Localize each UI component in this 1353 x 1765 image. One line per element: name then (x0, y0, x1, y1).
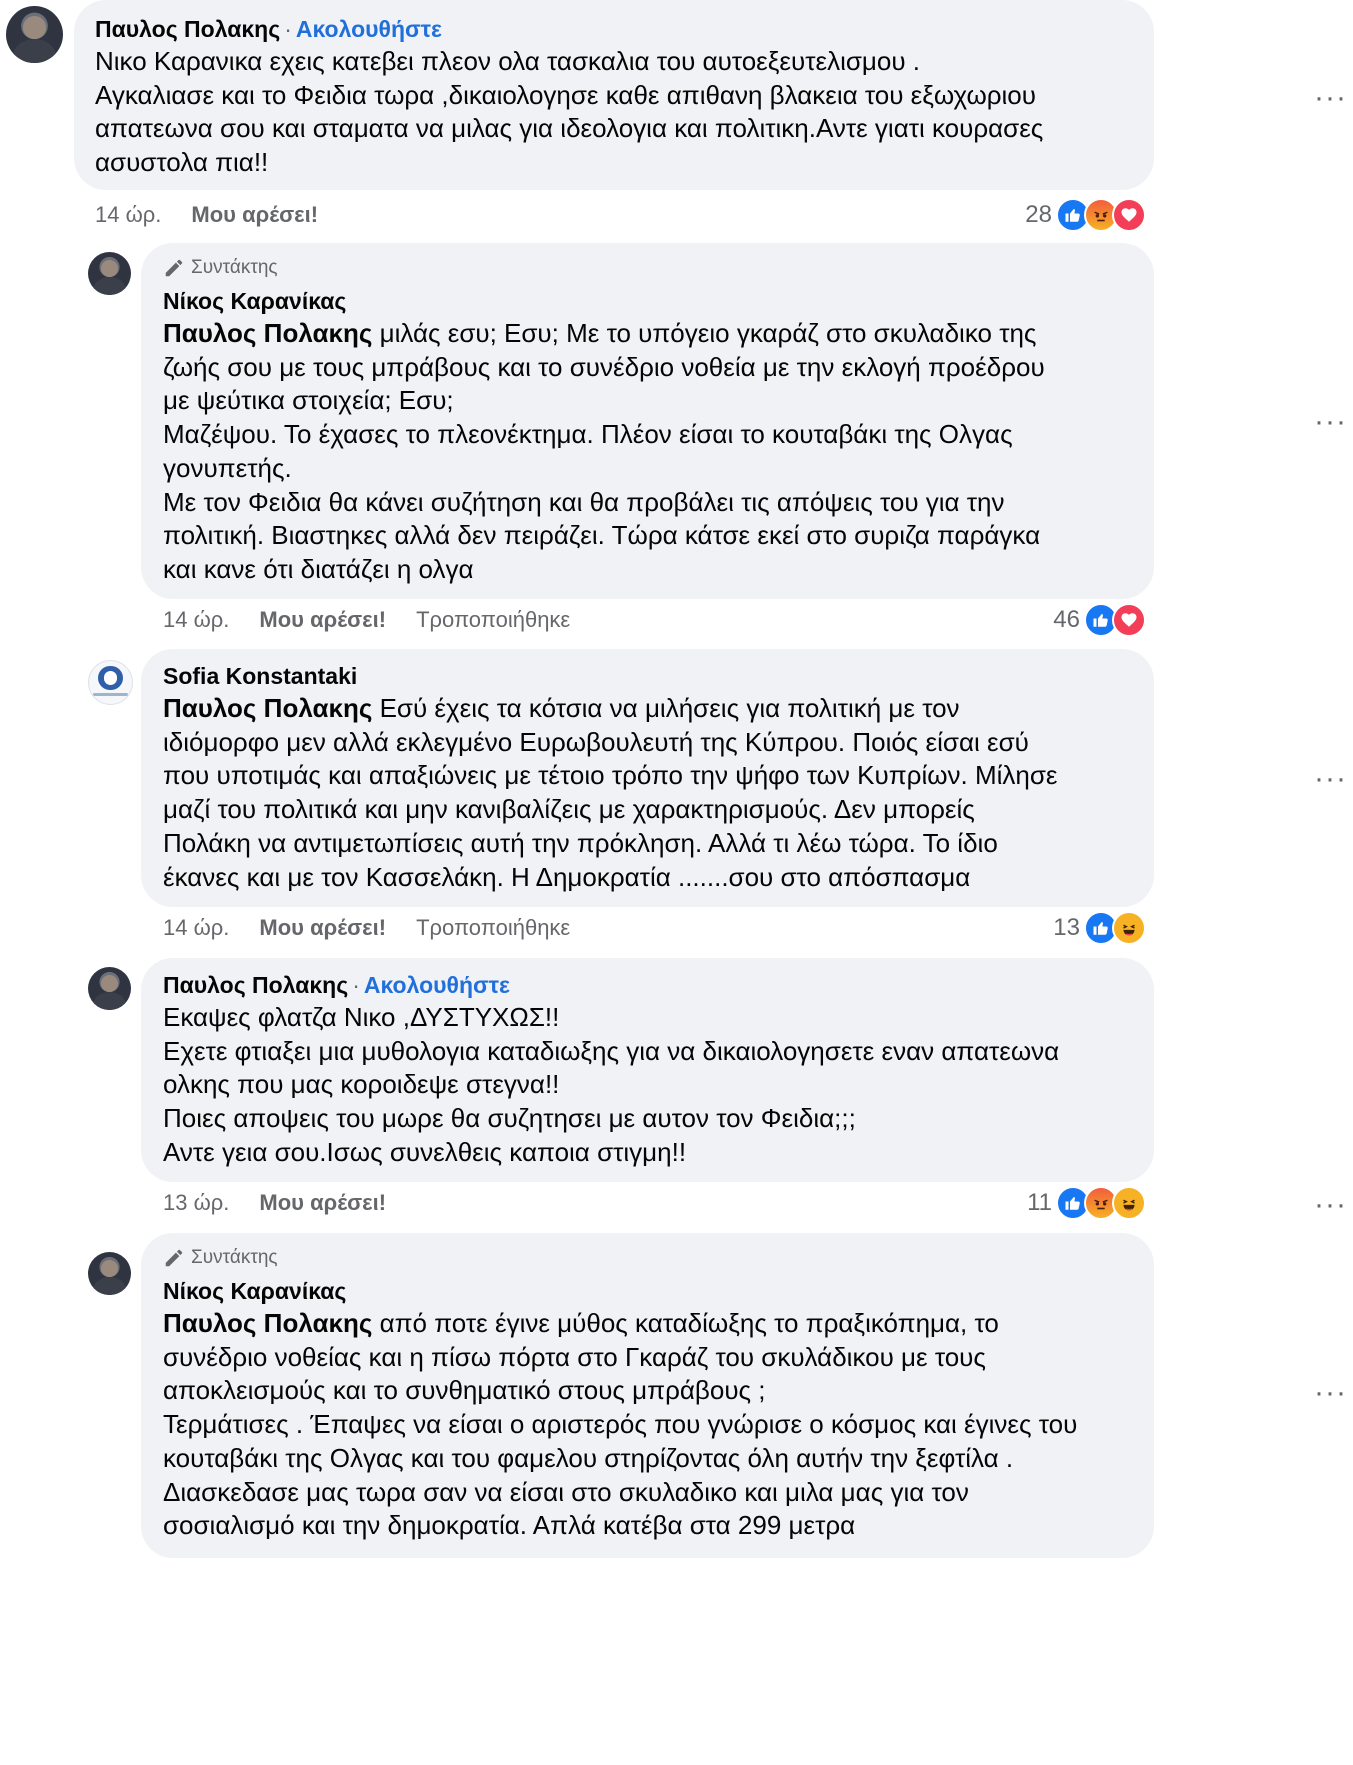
timestamp[interactable]: 14 ώρ. (163, 914, 229, 942)
comment-text: Παυλος Πολακης μιλάς εσυ; Εσυ; Με το υπό… (163, 317, 1130, 587)
comment-bubble: Παυλος Πολακης · Ακολουθήστε Εκαψες φλατζα… (141, 958, 1154, 1182)
like-button[interactable]: Μου αρέσει! (259, 1189, 386, 1217)
comment-bubble: Sofia Konstantaki Παυλος Πολακης Εσύ έχε… (141, 649, 1154, 907)
author-name[interactable]: Sofia Konstantaki (163, 661, 1130, 691)
love-reaction-icon (1112, 198, 1146, 232)
mention-link[interactable]: Παυλος Πολακης (163, 1308, 372, 1338)
comment-body: μιλάς εσυ; Εσυ; Με το υπόγειο γκαράζ στο… (163, 318, 1045, 584)
reactions[interactable]: 13 (1053, 911, 1146, 945)
pencil-icon (165, 1249, 183, 1267)
reaction-count: 11 (1027, 1189, 1052, 1216)
comment-text: Παυλος Πολακης Εσύ έχεις τα κότσια να μι… (163, 692, 1130, 894)
separator-dot: · (284, 16, 292, 42)
author-name[interactable]: Νίκος Καρανίκας (163, 1276, 1130, 1306)
avatar[interactable] (88, 1252, 131, 1295)
comment-text: Εκαψες φλατζα Νικο ,ΔΥΣΤΥΧΩΣ!! Εχετε φτι… (163, 1002, 1060, 1167)
comment-text: Παυλος Πολακης από ποτε έγινε μύθος κατα… (163, 1307, 1130, 1543)
like-button[interactable]: Μου αρέσει! (259, 914, 386, 942)
like-button[interactable]: Μου αρέσει! (259, 606, 386, 634)
separator-dot: · (352, 972, 360, 998)
avatar[interactable] (88, 660, 133, 705)
comment-bubble: Συντάκτης Νίκος Καρανίκας Παυλος Πολακης… (141, 1233, 1154, 1558)
author-badge: Συντάκτης (163, 1245, 1130, 1271)
more-options-icon[interactable]: ··· (1314, 407, 1347, 437)
comment-text: Νικο Καρανικα εχεις κατεβει πλεον ολα τα… (95, 46, 1044, 178)
comment-bubble: Συντάκτης Νίκος Καρανίκας Παυλος Πολακης… (141, 243, 1154, 599)
comment-author-row: Παυλος Πολακης · Ακολουθήστε (163, 970, 1130, 1000)
haha-reaction-icon (1112, 911, 1146, 945)
follow-link[interactable]: Ακολουθήστε (364, 972, 510, 998)
author-name[interactable]: Νίκος Καρανίκας (163, 286, 1130, 316)
comment-meta: 14 ώρ. Μου αρέσει! Τροποποιήθηκε (163, 914, 570, 942)
haha-reaction-icon (1112, 1186, 1146, 1220)
author-name[interactable]: Παυλος Πολακης (163, 972, 348, 998)
pencil-icon (165, 259, 183, 277)
comment-body: από ποτε έγινε μύθος καταδίωξης το πραξι… (163, 1308, 1078, 1541)
timestamp[interactable]: 13 ώρ. (163, 1189, 229, 1217)
more-options-icon[interactable]: ··· (1314, 83, 1347, 113)
author-name[interactable]: Παυλος Πολακης (95, 16, 280, 42)
love-reaction-icon (1112, 603, 1146, 637)
mention-link[interactable]: Παυλος Πολακης (163, 693, 372, 723)
avatar[interactable] (88, 252, 131, 295)
mention-link[interactable]: Παυλος Πολακης (163, 318, 372, 348)
reaction-count: 46 (1053, 606, 1080, 633)
reaction-count: 28 (1025, 201, 1052, 228)
more-options-icon[interactable]: ··· (1314, 1190, 1347, 1220)
comment-bubble: Παυλος Πολακης · Ακολουθήστε Νικο Καρανικα… (74, 0, 1154, 190)
like-button[interactable]: Μου αρέσει! (191, 201, 318, 229)
avatar[interactable] (88, 967, 131, 1010)
author-badge-label: Συντάκτης (191, 1247, 278, 1268)
timestamp[interactable]: 14 ώρ. (163, 606, 229, 634)
reactions[interactable]: 11 (1027, 1186, 1146, 1220)
follow-link[interactable]: Ακολουθήστε (296, 16, 442, 42)
more-options-icon[interactable]: ··· (1314, 764, 1347, 794)
edited-label: Τροποποιήθηκε (416, 607, 571, 632)
reactions[interactable]: 46 (1053, 603, 1146, 637)
author-badge-label: Συντάκτης (191, 257, 278, 278)
reactions[interactable]: 28 (1025, 198, 1146, 232)
avatar[interactable] (6, 6, 63, 63)
author-badge: Συντάκτης (163, 255, 1130, 281)
comment-author-row: Παυλος Πολακης · Ακολουθήστε (95, 14, 1130, 44)
edited-label: Τροποποιήθηκε (416, 915, 571, 940)
comment-meta: 13 ώρ. Μου αρέσει! (163, 1189, 386, 1217)
more-options-icon[interactable]: ··· (1314, 1378, 1347, 1408)
reaction-count: 13 (1053, 914, 1080, 941)
timestamp[interactable]: 14 ώρ. (95, 201, 161, 229)
comment-meta: 14 ώρ. Μου αρέσει! (95, 201, 318, 229)
comment-meta: 14 ώρ. Μου αρέσει! Τροποποιήθηκε (163, 606, 570, 634)
